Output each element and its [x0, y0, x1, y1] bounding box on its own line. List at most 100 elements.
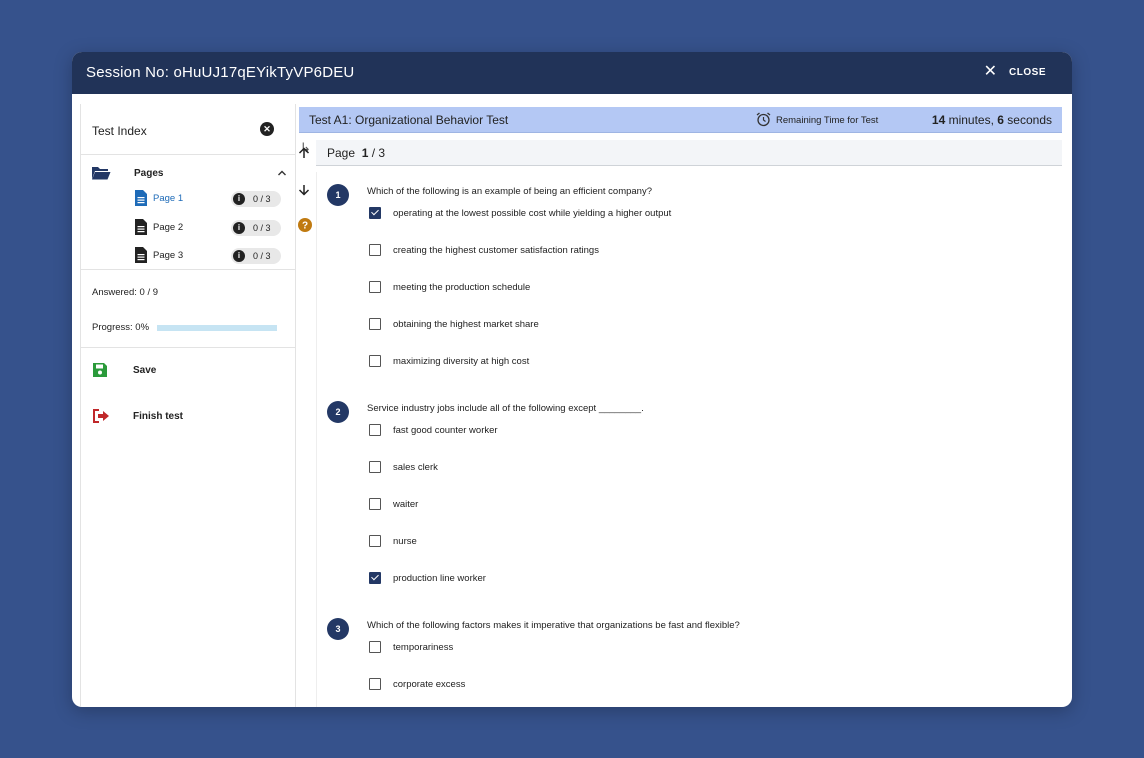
option-text: operating at the lowest possible cost wh…: [393, 208, 672, 219]
option-checkbox[interactable]: obtaining the highest market share: [369, 318, 969, 332]
option-text: obtaining the highest market share: [393, 319, 539, 330]
page-label: Page 2: [153, 222, 184, 233]
checkbox[interactable]: [369, 641, 381, 653]
checkbox[interactable]: [369, 461, 381, 473]
option-checkbox[interactable]: meeting the production schedule: [369, 281, 969, 295]
page-label: Page 1: [153, 193, 184, 204]
option-checkbox[interactable]: temporariness: [369, 641, 969, 655]
seconds-unit: seconds: [1003, 113, 1052, 127]
checkbox[interactable]: [369, 572, 381, 584]
document-icon: [135, 247, 147, 263]
info-icon: i: [233, 193, 245, 205]
checkbox[interactable]: [369, 318, 381, 330]
sign-out-icon: [93, 409, 109, 423]
checkbox[interactable]: [369, 678, 381, 690]
option-text: temporariness: [393, 642, 454, 653]
option-text: waiter: [393, 499, 419, 510]
folder-open-icon: [92, 167, 111, 180]
document-icon: [135, 219, 147, 235]
finish-test-button[interactable]: Finish test: [93, 409, 283, 425]
test-bar: Test A1: Organizational Behavior Test Re…: [299, 107, 1062, 133]
questions-panel: 1 Which of the following is an example o…: [316, 172, 1063, 707]
page-count: 0 / 3: [253, 194, 271, 204]
checkbox[interactable]: [369, 207, 381, 219]
question-number: 1: [327, 184, 349, 206]
option-text: nurse: [393, 536, 417, 547]
option-text: maximizing diversity at high cost: [393, 356, 530, 367]
option-checkbox[interactable]: nurse: [369, 535, 969, 549]
question-number: 2: [327, 401, 349, 423]
option-checkbox[interactable]: sales clerk: [369, 461, 969, 475]
arrow-up-icon[interactable]: [298, 147, 310, 162]
session-title: Session No: oHuUJ17qEYikTyVP6DEU: [86, 64, 355, 81]
question-text: Service industry jobs include all of the…: [367, 403, 644, 414]
checkbox[interactable]: [369, 424, 381, 436]
sidebar-item-page-1[interactable]: Page 1 i 0 / 3: [135, 190, 281, 208]
divider: [81, 269, 295, 270]
svg-text:?: ?: [302, 221, 308, 232]
remaining-time-label: Remaining Time for Test: [776, 115, 879, 126]
help-icon[interactable]: ?: [298, 218, 312, 235]
close-icon: ✕: [983, 63, 998, 80]
divider: [81, 154, 295, 155]
question-text: Which of the following factors makes it …: [367, 620, 740, 631]
save-button[interactable]: Save: [93, 363, 283, 379]
pages-label: Pages: [134, 168, 164, 179]
option-checkbox[interactable]: production line worker: [369, 572, 969, 586]
page-count-badge: i 0 / 3: [231, 191, 281, 207]
option-text: meeting the production schedule: [393, 282, 531, 293]
finish-label: Finish test: [133, 411, 184, 422]
progress-bar: [157, 325, 277, 331]
modal-header: Session No: oHuUJ17qEYikTyVP6DEU ✕ CLOSE: [72, 52, 1072, 94]
seconds-value: 6: [997, 113, 1004, 127]
progress-label: Progress: 0%: [92, 322, 150, 333]
sidebar-item-page-3[interactable]: Page 3 i 0 / 3: [135, 247, 281, 265]
test-index-sidebar: Test Index ✕ Pages Page 1 i 0 / 3 Page 2…: [80, 104, 296, 707]
option-text: corporate excess: [393, 679, 466, 690]
page-label: Page 3: [153, 250, 184, 261]
option-checkbox[interactable]: waiter: [369, 498, 969, 512]
arrow-down-icon[interactable]: [298, 184, 310, 199]
option-checkbox[interactable]: creating the highest customer satisfacti…: [369, 244, 969, 258]
page-count-badge: i 0 / 3: [231, 248, 281, 264]
checkbox[interactable]: [369, 355, 381, 367]
save-label: Save: [133, 365, 157, 376]
page-indicator: Page 1 / 3: [327, 146, 385, 160]
close-button[interactable]: ✕ CLOSE: [983, 63, 1046, 80]
page-count-badge: i 0 / 3: [231, 220, 281, 236]
save-icon: [93, 363, 107, 377]
page-count: 0 / 3: [253, 223, 271, 233]
option-checkbox[interactable]: operating at the lowest possible cost wh…: [369, 207, 969, 221]
option-checkbox[interactable]: corporate excess: [369, 678, 969, 692]
option-text: fast good counter worker: [393, 425, 498, 436]
divider: [81, 347, 295, 348]
option-text: creating the highest customer satisfacti…: [393, 245, 599, 256]
document-icon: [135, 190, 147, 206]
info-icon: i: [233, 250, 245, 262]
checkbox[interactable]: [369, 281, 381, 293]
minutes-unit: minutes,: [945, 113, 998, 127]
page-count: 0 / 3: [253, 251, 271, 261]
checkbox[interactable]: [369, 244, 381, 256]
page-label: Page: [327, 146, 356, 160]
checkbox[interactable]: [369, 535, 381, 547]
option-checkbox[interactable]: fast good counter worker: [369, 424, 969, 438]
close-sidebar-icon[interactable]: ✕: [260, 122, 274, 136]
close-label: CLOSE: [1009, 66, 1046, 78]
page-indicator-bar: Page 1 / 3: [316, 140, 1062, 166]
test-index-title: Test Index: [92, 124, 147, 138]
minutes-value: 14: [931, 113, 946, 127]
checkbox[interactable]: [369, 498, 381, 510]
chevron-up-icon: [278, 170, 286, 176]
session-modal: Session No: oHuUJ17qEYikTyVP6DEU ✕ CLOSE…: [72, 52, 1072, 707]
test-title: Test A1: Organizational Behavior Test: [309, 113, 509, 127]
alarm-clock-icon: [756, 112, 771, 127]
answered-count: Answered: 0 / 9: [92, 287, 159, 298]
pages-section-toggle[interactable]: Pages: [91, 166, 287, 182]
remaining-time: 14 minutes, 6 seconds: [932, 113, 1052, 127]
option-checkbox[interactable]: maximizing diversity at high cost: [369, 355, 969, 369]
question-text: Which of the following is an example of …: [367, 186, 652, 197]
page-total: / 3: [368, 146, 386, 160]
option-text: production line worker: [393, 573, 486, 584]
sidebar-item-page-2[interactable]: Page 2 i 0 / 3: [135, 219, 281, 237]
